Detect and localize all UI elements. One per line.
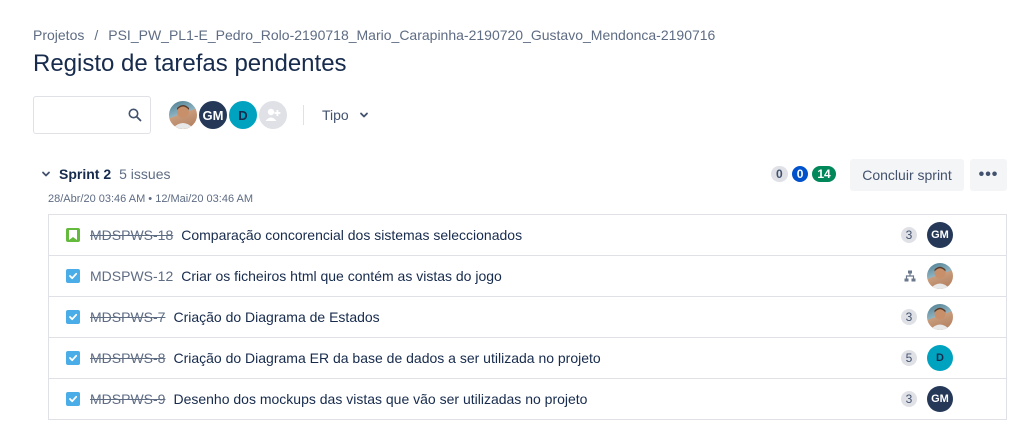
issue-row[interactable]: MDSPWS-8 Criação do Diagrama ER da base … <box>49 338 1006 379</box>
issue-row[interactable]: MDSPWS-12 Criar os ficheiros html que co… <box>49 256 1006 297</box>
issue-row[interactable]: MDSPWS-18 Comparação concorencial dos si… <box>49 215 1006 256</box>
sprint-issue-list: MDSPWS-18 Comparação concorencial dos si… <box>48 214 1007 420</box>
search-box[interactable] <box>33 96 151 134</box>
avatar-gm-filter[interactable]: GM <box>197 99 229 131</box>
add-people-button[interactable] <box>257 99 289 131</box>
story-points-badge: 5 <box>901 350 917 366</box>
story-icon <box>66 228 80 242</box>
complete-sprint-button[interactable]: Concluir sprint <box>850 159 964 191</box>
breadcrumb: Projetos / PSI_PW_PL1-E_Pedro_Rolo-2190718… <box>33 27 715 43</box>
task-icon <box>66 310 80 324</box>
chevron-down-icon <box>359 107 369 123</box>
sprint-issue-count: 5 issues <box>119 166 171 182</box>
assignee-avatar[interactable]: D <box>927 345 953 371</box>
assignee-filter-avatars: GM D <box>167 99 289 131</box>
sprint-status-badges: 0 0 14 <box>771 166 840 182</box>
issue-summary: Comparação concorencial dos sistemas sel… <box>181 227 523 243</box>
type-filter-dropdown[interactable]: Tipo <box>322 107 369 123</box>
issue-summary: Criar os ficheiros html que contém as vi… <box>181 268 502 284</box>
subtasks-icon <box>904 269 916 287</box>
assignee-avatar-photo[interactable] <box>927 304 953 330</box>
done-count-badge: 14 <box>812 166 836 182</box>
breadcrumb-projects-link[interactable]: Projetos <box>33 27 84 43</box>
issue-key[interactable]: MDSPWS-12 <box>90 268 173 284</box>
issue-key[interactable]: MDSPWS-7 <box>90 309 165 325</box>
person-photo-icon <box>930 266 950 289</box>
story-points-badge: 3 <box>901 227 917 243</box>
assignee-avatar[interactable]: GM <box>927 222 953 248</box>
sprint-collapse-chevron-icon[interactable] <box>41 166 51 182</box>
issue-summary: Criação do Diagrama ER da base de dados … <box>173 350 601 366</box>
search-icon <box>128 108 142 127</box>
breadcrumb-separator: / <box>94 27 99 43</box>
breadcrumb-project-link[interactable]: PSI_PW_PL1-E_Pedro_Rolo-2190718_Mario_Ca… <box>108 27 715 43</box>
task-icon <box>66 351 80 365</box>
issue-summary: Criação do Diagrama de Estados <box>173 309 380 325</box>
sprint-header: Sprint 2 5 issues <box>41 166 170 182</box>
assignee-avatar-photo[interactable] <box>927 263 953 289</box>
story-points-badge: 3 <box>901 309 917 325</box>
type-filter-label: Tipo <box>322 107 349 123</box>
search-input[interactable] <box>40 97 130 133</box>
avatar-d-filter[interactable]: D <box>227 99 259 131</box>
avatar-photo-filter[interactable] <box>167 99 199 131</box>
task-icon <box>66 269 80 283</box>
add-person-icon <box>265 108 281 121</box>
issue-summary: Desenho dos mockups das vistas que vão s… <box>173 391 588 407</box>
in-progress-count-badge: 0 <box>791 166 809 182</box>
assignee-avatar[interactable]: GM <box>927 386 953 412</box>
issue-row[interactable]: MDSPWS-7 Criação do Diagrama de Estados … <box>49 297 1006 338</box>
person-photo-icon <box>172 105 194 129</box>
more-actions-button[interactable]: ••• <box>970 159 1007 191</box>
sprint-name[interactable]: Sprint 2 <box>59 166 111 182</box>
sprint-dates: 28/Abr/20 03:46 AM • 12/Mai/20 03:46 AM <box>48 193 254 205</box>
issue-key[interactable]: MDSPWS-8 <box>90 350 165 366</box>
person-photo-icon <box>930 307 950 330</box>
story-points-badge: 3 <box>901 391 917 407</box>
todo-count-badge: 0 <box>771 166 788 182</box>
issue-key[interactable]: MDSPWS-18 <box>90 227 173 243</box>
issue-key[interactable]: MDSPWS-9 <box>90 391 165 407</box>
toolbar-divider <box>303 105 304 125</box>
backlog-toolbar: GM D Tipo <box>33 95 369 135</box>
task-icon <box>66 392 80 406</box>
page-title: Registo de tarefas pendentes <box>33 50 347 77</box>
issue-row[interactable]: MDSPWS-9 Desenho dos mockups das vistas … <box>49 379 1006 420</box>
